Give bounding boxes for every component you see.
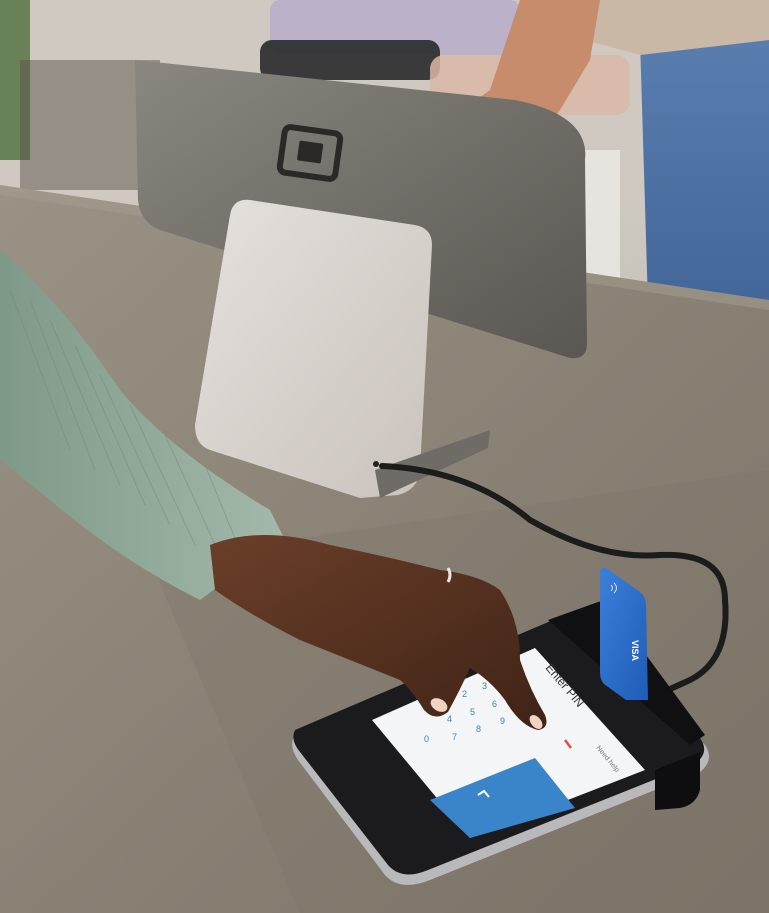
- key-6[interactable]: 6: [492, 699, 497, 709]
- card-brand: VISA: [630, 640, 640, 662]
- key-4[interactable]: 4: [447, 714, 452, 724]
- key-8[interactable]: 8: [476, 724, 481, 734]
- photo-scene: Enter PIN Need help 1 2 3 4 5 6 7 8 9 0 …: [0, 0, 769, 913]
- key-3[interactable]: 3: [482, 681, 487, 691]
- key-7[interactable]: 7: [452, 732, 457, 742]
- key-2[interactable]: 2: [462, 689, 467, 699]
- key-5[interactable]: 5: [470, 707, 475, 717]
- key-0[interactable]: 0: [424, 734, 429, 744]
- key-9[interactable]: 9: [500, 716, 505, 726]
- square-logo-inner: [297, 140, 324, 164]
- tablet-stand: [195, 199, 432, 498]
- blurred-dark-object: [260, 40, 440, 80]
- stand-port: [373, 461, 379, 467]
